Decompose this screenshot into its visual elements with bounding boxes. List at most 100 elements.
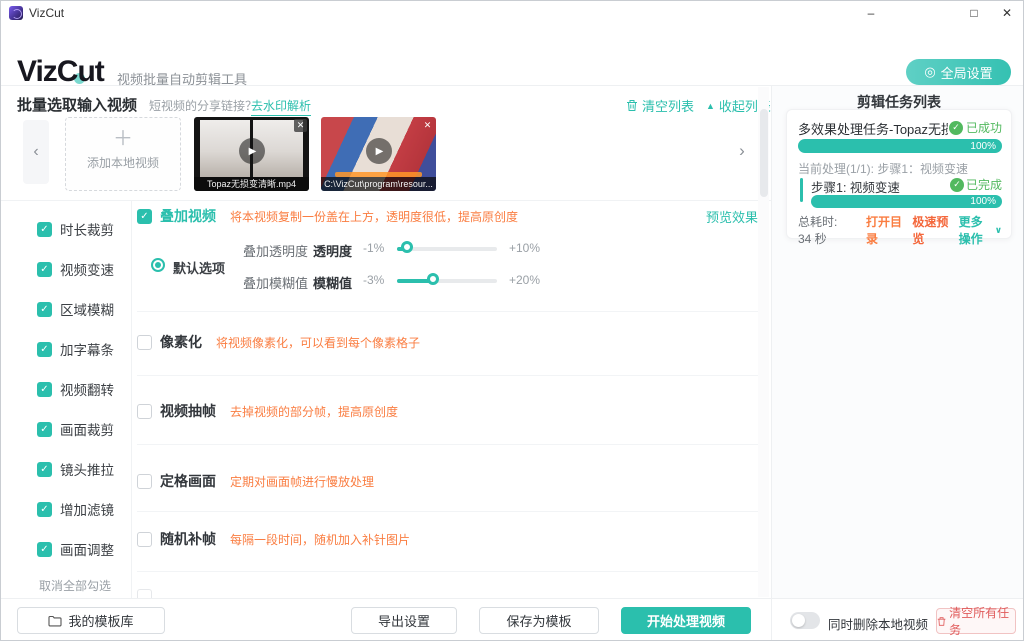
preview-effect-link[interactable]: 预览效果 (706, 207, 758, 226)
clear-all-tasks-label: 清空所有任务 (949, 604, 1015, 638)
sidebar-item-frame-crop[interactable]: ✓ 画面裁剪 (37, 419, 114, 439)
app-logo: VizCut (17, 55, 104, 89)
clear-list-button[interactable]: 清空列表 (626, 96, 694, 115)
section-divider (137, 311, 758, 312)
option-title[interactable]: 视频抽帧 (160, 401, 216, 421)
blur-slider[interactable] (397, 279, 497, 283)
task-progress-bar: 100% (798, 139, 1002, 153)
option-overlay-video: ✓ 叠加视频 将本视频复制一份盖在上方，透明度很低，提高原创度 (137, 206, 518, 226)
maximize-button[interactable]: □ (959, 3, 989, 23)
task-list-panel: 剪辑任务列表 多效果处理任务-Topaz无损... ✓ 已成功 100% 当前处… (771, 86, 1024, 598)
pixelate-checkbox[interactable] (137, 335, 152, 350)
checkbox-checked-icon[interactable]: ✓ (37, 502, 52, 517)
more-actions-label: 更多操作 (959, 213, 993, 247)
task-card-footer: 总耗时: 34 秒 打开目录 极速预览 更多操作 ∨ (798, 213, 1002, 247)
frame-extract-checkbox[interactable] (137, 404, 152, 419)
sidebar-item-frame-adjust[interactable]: ✓画面调整 (37, 539, 114, 559)
slider-group-label: 叠加透明度 (243, 241, 308, 260)
video-thumbnail-2[interactable]: ▶ ✕ C:\VizCut\program\resour... (321, 117, 436, 191)
slider-handle[interactable] (401, 241, 413, 253)
slider-min: -3% (363, 273, 384, 287)
success-check-icon: ✓ (950, 178, 964, 192)
checkbox-checked-icon[interactable]: ✓ (37, 342, 52, 357)
checkbox-checked-icon[interactable]: ✓ (37, 422, 52, 437)
clear-all-tasks-button[interactable]: 清空所有任务 (936, 608, 1016, 634)
play-icon[interactable]: ▶ (239, 138, 265, 164)
option-title[interactable]: 随机补帧 (160, 529, 216, 549)
sidebar-item-label: 镜头推拉 (60, 459, 114, 479)
sidebar-item-video-flip[interactable]: ✓视频翻转 (37, 379, 114, 399)
save-as-template-label: 保存为模板 (506, 611, 571, 630)
option-desc: 将视频像素化，可以看到每个像素格子 (216, 334, 420, 351)
more-actions-link[interactable]: 更多操作 ∨ (959, 213, 1002, 247)
random-frames-checkbox[interactable] (137, 532, 152, 547)
minimize-button[interactable]: – (856, 3, 886, 23)
sidebar-item-duration-trim[interactable]: ✓时长裁剪 (37, 219, 114, 239)
template-library-button[interactable]: 我的模板库 (17, 607, 165, 634)
remove-video-icon[interactable]: ✕ (294, 119, 307, 132)
sidebar-item-region-blur[interactable]: ✓ 区域模糊 (37, 299, 114, 319)
slider-handle[interactable] (427, 273, 439, 285)
success-check-icon: ✓ (949, 121, 963, 135)
export-settings-label: 导出设置 (378, 611, 430, 630)
trash-icon (937, 616, 946, 627)
sidebar-item-add-filter[interactable]: ✓ 增加滤镜 (37, 499, 114, 519)
watermark-parse-link[interactable]: 去水印解析 (251, 97, 311, 116)
freeze-frame-checkbox[interactable] (137, 474, 152, 489)
add-local-video-button[interactable]: ＋ 添加本地视频 (65, 117, 181, 191)
sidebar-item-speed-change[interactable]: ✓ 视频变速 (37, 259, 114, 279)
slider-max: +20% (509, 273, 540, 287)
folder-icon (48, 615, 62, 627)
content-scrollbar-thumb[interactable] (760, 109, 768, 197)
sidebar-item-label: 增加滤镜 (60, 499, 114, 519)
overlay-checkbox[interactable]: ✓ (137, 209, 152, 224)
next-option-checkbox[interactable] (137, 589, 152, 598)
task-card: 多效果处理任务-Topaz无损... ✓ 已成功 100% 当前处理(1/1):… (786, 109, 1012, 239)
checkbox-checked-icon[interactable]: ✓ (37, 382, 52, 397)
checkbox-checked-icon[interactable]: ✓ (37, 262, 52, 277)
checkbox-checked-icon[interactable]: ✓ (37, 302, 52, 317)
remove-video-icon[interactable]: ✕ (421, 119, 434, 132)
video-thumbnail-1[interactable]: ▶ ✕ Topaz无损变清晰.mp4 (194, 117, 309, 191)
app-subtitle: 视频批量自动剪辑工具 (117, 69, 247, 88)
checkbox-checked-icon[interactable]: ✓ (37, 542, 52, 557)
delete-local-label: 同时删除本地视频 (828, 614, 928, 633)
open-directory-link[interactable]: 打开目录 (866, 213, 902, 247)
option-title[interactable]: 叠加视频 (160, 206, 216, 226)
video-filename: C:\VizCut\program\resour... (321, 177, 436, 191)
global-settings-button[interactable]: ◎ 全局设置 (906, 59, 1011, 85)
close-button[interactable]: ✕ (992, 3, 1022, 23)
slider-label: 模糊值 (313, 273, 352, 292)
scroll-left-button[interactable]: ‹ (23, 120, 49, 184)
quick-preview-link[interactable]: 极速预览 (912, 213, 948, 247)
delete-local-toggle[interactable] (790, 612, 820, 629)
cancel-all-link[interactable]: 取消全部勾选 (39, 577, 111, 594)
gear-icon: ◎ (924, 64, 935, 80)
step-progress-value: 100% (970, 196, 996, 207)
checkbox-checked-icon[interactable]: ✓ (37, 222, 52, 237)
option-title[interactable]: 像素化 (160, 332, 202, 352)
task-panel-footer: 同时删除本地视频 清空所有任务 (771, 598, 1024, 641)
sidebar-item-label: 画面裁剪 (60, 419, 114, 439)
start-processing-button[interactable]: 开始处理视频 (621, 607, 751, 634)
scroll-right-button[interactable]: › (732, 141, 752, 165)
option-title[interactable]: 定格画面 (160, 471, 216, 491)
checkbox-checked-icon[interactable]: ✓ (37, 462, 52, 477)
opacity-slider[interactable] (397, 247, 497, 251)
option-frame-extract: 视频抽帧 去掉视频的部分帧，提高原创度 (137, 401, 398, 421)
export-settings-button[interactable]: 导出设置 (351, 607, 457, 634)
play-icon[interactable]: ▶ (366, 138, 392, 164)
action-footer: 我的模板库 导出设置 保存为模板 开始处理视频 (1, 598, 771, 641)
sidebar-item-label: 视频变速 (60, 259, 114, 279)
section-divider (137, 571, 758, 572)
sidebar-item-subtitle-bar[interactable]: ✓加字幕条 (37, 339, 114, 359)
default-option-radio[interactable] (151, 258, 165, 272)
sidebar-item-label: 区域模糊 (60, 299, 114, 319)
blur-slider-row: 叠加模糊值 模糊值 -3% +20% (131, 273, 758, 289)
trash-icon (626, 99, 638, 112)
sidebar-item-camera-zoom[interactable]: ✓ 镜头推拉 (37, 459, 114, 479)
share-link-hint: 短视频的分享链接？ (149, 97, 257, 114)
slider-group-label: 叠加模糊值 (243, 273, 308, 292)
save-as-template-button[interactable]: 保存为模板 (479, 607, 599, 634)
clear-list-label: 清空列表 (642, 96, 694, 115)
